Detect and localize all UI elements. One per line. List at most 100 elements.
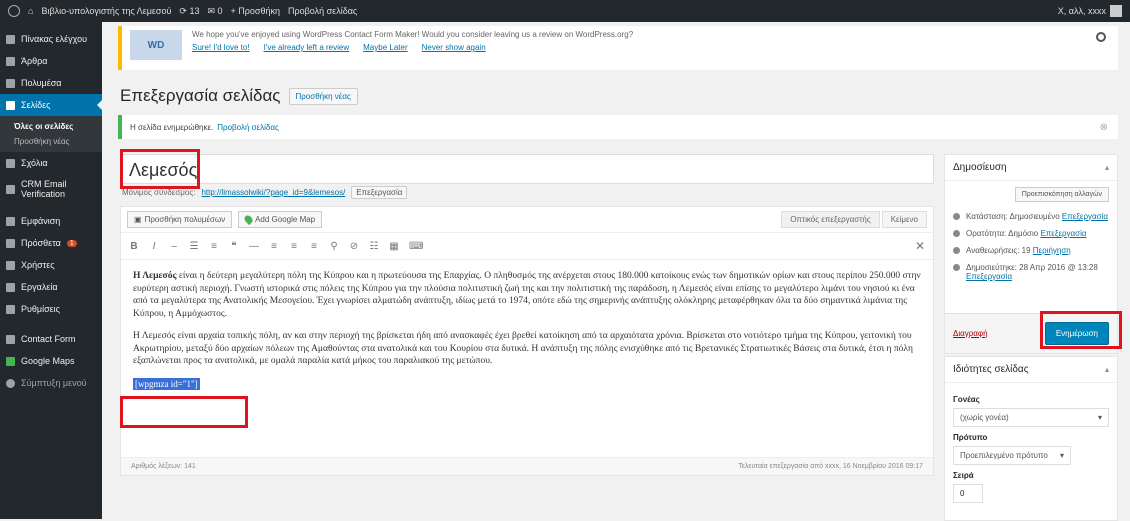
keyboard-icon[interactable]: ⌨ <box>409 241 423 252</box>
edit-date-link[interactable]: Επεξεργασία <box>966 272 1012 281</box>
unlink-icon[interactable]: ⊘ <box>349 241 359 252</box>
content-paragraph-3: [wpgmza id="1"] <box>133 377 921 392</box>
chevron-down-icon: ▾ <box>1097 413 1102 422</box>
review-link-sure[interactable]: Sure! I'd love to! <box>192 43 250 52</box>
post-title-input[interactable]: Λεμεσός <box>120 154 934 184</box>
calendar-icon <box>953 264 960 271</box>
toggle-arrow-icon[interactable]: ▴ <box>1105 365 1109 374</box>
read-more-icon[interactable]: ☷ <box>369 241 379 252</box>
admin-bar-site-name[interactable]: Βιβλιο-υπολογιστής της Λεμεσού <box>41 6 171 16</box>
permalink-url[interactable]: http://limassolwiki/?page_id=9&lemesos/ <box>201 188 345 197</box>
sidebar-item-tools[interactable]: Εργαλεία <box>0 276 102 298</box>
parent-select[interactable]: (χωρίς γονέα) ▾ <box>953 408 1109 427</box>
editor-content[interactable]: Η Λεμεσός είναι η δεύτερη μεγαλύτερη πόλ… <box>121 260 933 411</box>
page-heading: Επεξεργασία σελίδας Προσθήκη νέας <box>120 86 358 106</box>
publish-box-header[interactable]: Δημοσίευση ▴ <box>945 155 1117 181</box>
updates-count: 13 <box>189 6 200 16</box>
revisions-row: Αναθεωρήσεις: 19 Περιήγηση <box>953 246 1109 255</box>
sidebar-item-label: Πίνακας ελέγχου <box>21 34 88 44</box>
sidebar-item-comments[interactable]: Σχόλια <box>0 152 102 174</box>
sidebar-item-label: CRM Email Verification <box>21 179 67 199</box>
comments-count: 0 <box>217 6 223 16</box>
toggle-arrow-icon[interactable]: ▴ <box>1105 163 1109 172</box>
add-google-map-button[interactable]: Add Google Map <box>238 211 323 228</box>
admin-bar-updates[interactable]: ⟳ 13 <box>179 6 199 17</box>
wrench-icon <box>6 282 15 292</box>
page-attributes-header[interactable]: Ιδιότητες σελίδας ▴ <box>945 357 1117 383</box>
sidebar-item-crm-email[interactable]: CRM Email Verification <box>0 174 102 204</box>
sidebar-item-dashboard[interactable]: Πίνακας ελέγχου <box>0 28 102 50</box>
template-value: Προεπιλεγμένο πρότυπο <box>960 451 1048 460</box>
submenu-all-pages[interactable]: Όλες οι σελίδες <box>0 119 102 134</box>
admin-bar-home-icon[interactable]: ⌂ <box>28 6 33 16</box>
sidebar-item-users[interactable]: Χρήστες <box>0 254 102 276</box>
add-map-label: Add Google Map <box>255 215 316 224</box>
add-media-button[interactable]: ▣ Προσθήκη πολυμέσων <box>127 211 233 228</box>
browse-revisions-link[interactable]: Περιήγηση <box>1033 246 1071 255</box>
sidebar-collapse-menu[interactable]: Σύμπτυξη μενού <box>0 372 102 394</box>
template-select[interactable]: Προεπιλεγμένο πρότυπο ▾ <box>953 446 1071 465</box>
order-label: Σειρά <box>953 471 974 480</box>
fullscreen-icon[interactable]: ✕ <box>915 239 925 253</box>
align-right-icon[interactable]: ≡ <box>309 241 319 252</box>
review-link-later[interactable]: Maybe Later <box>363 43 407 52</box>
toolbar-toggle-icon[interactable]: ▦ <box>389 241 399 252</box>
horizontal-line-icon[interactable]: — <box>249 241 259 252</box>
add-new-page-button[interactable]: Προσθήκη νέας <box>288 87 358 105</box>
plug-icon <box>6 238 15 248</box>
sidebar-item-pages[interactable]: Σελίδες <box>0 94 102 116</box>
sidebar-item-appearance[interactable]: Εμφάνιση <box>0 210 102 232</box>
sidebar-item-label: Εργαλεία <box>21 282 58 292</box>
admin-bar-view-page[interactable]: Προβολή σελίδας <box>288 6 357 16</box>
sidebar-item-contact-form[interactable]: Contact Form <box>0 328 102 350</box>
eye-icon <box>953 230 960 237</box>
tab-text[interactable]: Κείμενο <box>881 211 927 228</box>
updated-notice: Η σελίδα ενημερώθηκε. Προβολή σελίδας ⊗ <box>118 115 1118 139</box>
wordpress-logo-icon[interactable] <box>8 5 20 17</box>
move-to-trash-link[interactable]: Διαγραφή <box>953 329 988 338</box>
link-icon[interactable]: ⚲ <box>329 241 339 252</box>
editor-toolbar: B I – ☰ ≡ ❝ — ≡ ≡ ≡ ⚲ ⊘ ☷ ▦ ⌨ ✕ <box>121 232 933 260</box>
map-pin-icon <box>6 356 15 366</box>
admin-bar-new-label: Προσθήκη <box>238 6 280 16</box>
form-icon <box>6 334 15 344</box>
admin-bar-account[interactable]: Χ, αλλ, xxxx <box>1058 5 1122 17</box>
tab-visual[interactable]: Οπτικός επεξεργαστής <box>781 211 880 228</box>
admin-bar-comments[interactable]: ✉ 0 <box>207 6 222 17</box>
align-center-icon[interactable]: ≡ <box>289 241 299 252</box>
review-link-already[interactable]: I've already left a review <box>264 43 350 52</box>
admin-bar: ⌂ Βιβλιο-υπολογιστής της Λεμεσού ⟳ 13 ✉ … <box>0 0 1130 22</box>
sidebar-item-settings[interactable]: Ρυθμίσεις <box>0 298 102 320</box>
admin-sidebar: Πίνακας ελέγχου Άρθρα Πολυμέσα Σελίδες Ό… <box>0 22 102 519</box>
admin-bar-new[interactable]: + Προσθήκη <box>231 6 280 16</box>
submenu-add-new[interactable]: Προσθήκη νέας <box>0 134 102 149</box>
italic-icon[interactable]: I <box>149 241 159 252</box>
sidebar-item-plugins[interactable]: Πρόσθετα 1 <box>0 232 102 254</box>
bullet-list-icon[interactable]: ☰ <box>189 241 199 252</box>
sidebar-item-label: Σύμπτυξη μενού <box>21 378 87 388</box>
sidebar-item-posts[interactable]: Άρθρα <box>0 50 102 72</box>
notice-dismiss-icon[interactable] <box>1096 32 1106 42</box>
sidebar-item-media[interactable]: Πολυμέσα <box>0 72 102 94</box>
sidebar-item-google-maps[interactable]: Google Maps <box>0 350 102 372</box>
order-input[interactable]: 0 <box>953 484 983 503</box>
edit-status-link[interactable]: Επεξεργασία <box>1062 212 1108 221</box>
revisions-icon <box>953 247 960 254</box>
page-attributes-body: Γονέας (χωρίς γονέα) ▾ Πρότυπο Προεπιλεγμ… <box>945 383 1117 509</box>
media-icon <box>6 78 15 88</box>
align-left-icon[interactable]: ≡ <box>269 241 279 252</box>
map-pin-icon <box>242 213 255 226</box>
review-link-never[interactable]: Never show again <box>422 43 486 52</box>
publish-title: Δημοσίευση <box>953 162 1007 173</box>
strikethrough-icon[interactable]: – <box>169 241 179 252</box>
blockquote-icon[interactable]: ❝ <box>229 241 239 252</box>
dismiss-notice-icon[interactable]: ⊗ <box>1100 122 1108 133</box>
preview-changes-button[interactable]: Προεπισκόπηση αλλαγών <box>1014 187 1109 202</box>
visibility-row: Ορατότητα: Δημόσιο Επεξεργασία <box>953 229 1109 238</box>
view-page-link[interactable]: Προβολή σελίδας <box>217 123 279 132</box>
editor-tabs: Οπτικός επεξεργαστής Κείμενο <box>781 211 927 228</box>
edit-visibility-link[interactable]: Επεξεργασία <box>1040 229 1086 238</box>
permalink-edit-button[interactable]: Επεξεργασία <box>351 186 408 199</box>
bold-icon[interactable]: B <box>129 241 139 252</box>
numbered-list-icon[interactable]: ≡ <box>209 241 219 252</box>
